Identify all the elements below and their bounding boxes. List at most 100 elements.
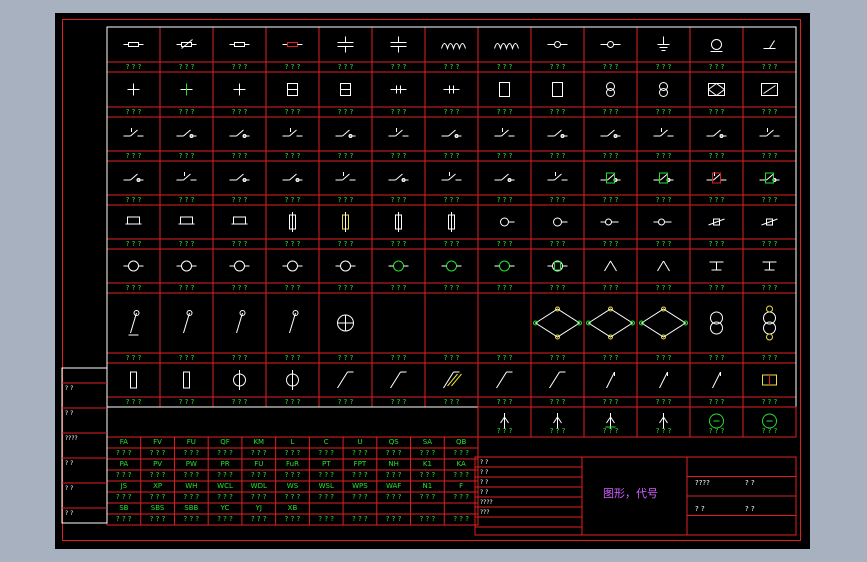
left-strip-text: ? ?	[65, 460, 74, 467]
symbol-label: ? ? ?	[602, 354, 619, 362]
symbol-label: ? ? ?	[496, 108, 513, 116]
code-desc: ? ? ?	[250, 471, 267, 479]
symbol-label: ? ? ?	[496, 196, 513, 204]
symbol-label: ? ? ?	[125, 284, 142, 292]
symbol-label: ? ? ?	[178, 152, 195, 160]
code-desc: ? ? ?	[183, 449, 200, 457]
title-block-row-text: ? ?	[480, 459, 489, 466]
symbol-label: ? ? ?	[390, 196, 407, 204]
symbol-label: ? ? ?	[602, 398, 619, 406]
code-desc: ? ? ?	[149, 493, 166, 501]
code-text: FV	[153, 438, 162, 446]
symbol-label: ? ? ?	[337, 284, 354, 292]
code-text: PW	[185, 460, 197, 468]
code-text: SBS	[150, 504, 165, 512]
symbol-label: ? ? ?	[761, 63, 778, 71]
symbol-label: ? ? ?	[708, 196, 725, 204]
code-text: YC	[220, 504, 230, 512]
symbol-label: ? ? ?	[390, 240, 407, 248]
code-text: WH	[185, 482, 198, 490]
symbol-label: ? ? ?	[761, 398, 778, 406]
code-desc: ? ? ?	[453, 515, 469, 523]
symbol-label: ? ? ?	[125, 63, 142, 71]
symbol-label: ? ? ?	[390, 63, 407, 71]
symbol-label: ? ? ?	[655, 152, 672, 160]
symbol-label: ? ? ?	[549, 240, 566, 248]
code-text: U	[357, 438, 363, 446]
symbol-label: ? ? ?	[178, 63, 195, 71]
symbol-label: ? ? ?	[284, 240, 301, 248]
code-desc: ? ? ?	[385, 449, 402, 457]
symbol-label: ? ? ?	[549, 152, 566, 160]
code-text: L	[290, 438, 295, 446]
symbol-label: ? ? ?	[549, 284, 566, 292]
symbol-label: ? ? ?	[549, 196, 566, 204]
left-strip-text: ? ?	[65, 410, 74, 417]
code-desc: ? ? ?	[149, 515, 166, 523]
code-desc: ? ? ?	[385, 515, 402, 523]
code-text: WSL	[318, 482, 334, 490]
symbol-label: ? ? ?	[496, 284, 513, 292]
code-text: FPT	[353, 460, 367, 468]
code-desc: ? ? ?	[419, 515, 436, 523]
drawing-title: 图形，代号	[603, 487, 658, 500]
code-text: FU	[186, 438, 196, 446]
symbol-label: ? ? ?	[443, 108, 460, 116]
symbol-label: ? ? ?	[284, 63, 301, 71]
symbol-label: ? ? ?	[602, 108, 619, 116]
symbol-label: ? ? ?	[708, 240, 725, 248]
code-desc: ? ? ?	[183, 471, 200, 479]
symbol-label: ? ? ?	[655, 63, 672, 71]
code-text: NH	[388, 460, 399, 468]
code-text: C	[323, 438, 329, 446]
symbol-label: ? ? ?	[231, 152, 248, 160]
symbol-label: ? ? ?	[337, 152, 354, 160]
drawing-sheet: ? ? ? ? ? ? ? ? ? ? ? ? ? ? ? ? ? ? ? ? ? ? ? ?…	[55, 13, 810, 549]
symbol-label: ? ? ?	[496, 398, 513, 406]
symbol-label: ? ? ?	[125, 354, 142, 362]
symbol-label: ? ? ?	[602, 427, 619, 435]
symbol-label: ? ? ?	[390, 284, 407, 292]
symbol-label: ? ? ?	[337, 398, 354, 406]
code-desc: ? ? ?	[419, 449, 436, 457]
symbol-label: ? ? ?	[655, 196, 672, 204]
symbol-label: ? ? ?	[443, 354, 460, 362]
symbol-label: ? ? ?	[655, 427, 672, 435]
title-block-code: ? ?	[745, 505, 755, 513]
label-layer: ? ? ? ? ? ? ? ? ? ? ? ? ? ? ? ? ? ? ? ? ? ? ? ?…	[55, 13, 810, 549]
code-desc: ? ? ?	[453, 493, 469, 501]
title-block-code: ? ?	[745, 479, 755, 487]
code-desc: ? ? ?	[284, 493, 301, 501]
code-text: WS	[286, 482, 299, 490]
symbol-label: ? ? ?	[231, 398, 248, 406]
symbol-label: ? ? ?	[125, 196, 142, 204]
code-text: FuR	[286, 460, 299, 468]
symbol-label: ? ? ?	[284, 196, 301, 204]
symbol-label: ? ? ?	[602, 284, 619, 292]
symbol-label: ? ? ?	[761, 240, 778, 248]
code-desc: ? ? ?	[352, 515, 368, 523]
title-block-row-text: ? ?	[480, 479, 489, 486]
symbol-label: ? ? ?	[708, 398, 725, 406]
symbol-label: ? ? ?	[761, 152, 778, 160]
symbol-label: ? ? ?	[337, 354, 354, 362]
symbol-label: ? ? ?	[125, 152, 142, 160]
symbol-label: ? ? ?	[708, 354, 725, 362]
symbol-label: ? ? ?	[496, 152, 513, 160]
code-text: N1	[422, 482, 433, 490]
code-desc: ? ? ?	[352, 471, 368, 479]
symbol-label: ? ? ?	[443, 63, 460, 71]
left-strip-text: ????	[65, 435, 78, 442]
symbol-label: ? ? ?	[496, 427, 513, 435]
code-desc: ? ? ?	[318, 471, 335, 479]
title-block-code: ????	[695, 479, 710, 487]
code-text: KM	[253, 438, 265, 446]
symbol-label: ? ? ?	[496, 354, 513, 362]
code-desc: ? ? ?	[149, 471, 166, 479]
code-text: PT	[321, 460, 331, 468]
code-desc: ? ? ?	[250, 515, 267, 523]
symbol-label: ? ? ?	[337, 240, 354, 248]
symbol-label: ? ? ?	[708, 284, 725, 292]
symbol-label: ? ? ?	[708, 427, 725, 435]
left-strip-text: ? ?	[65, 385, 74, 392]
